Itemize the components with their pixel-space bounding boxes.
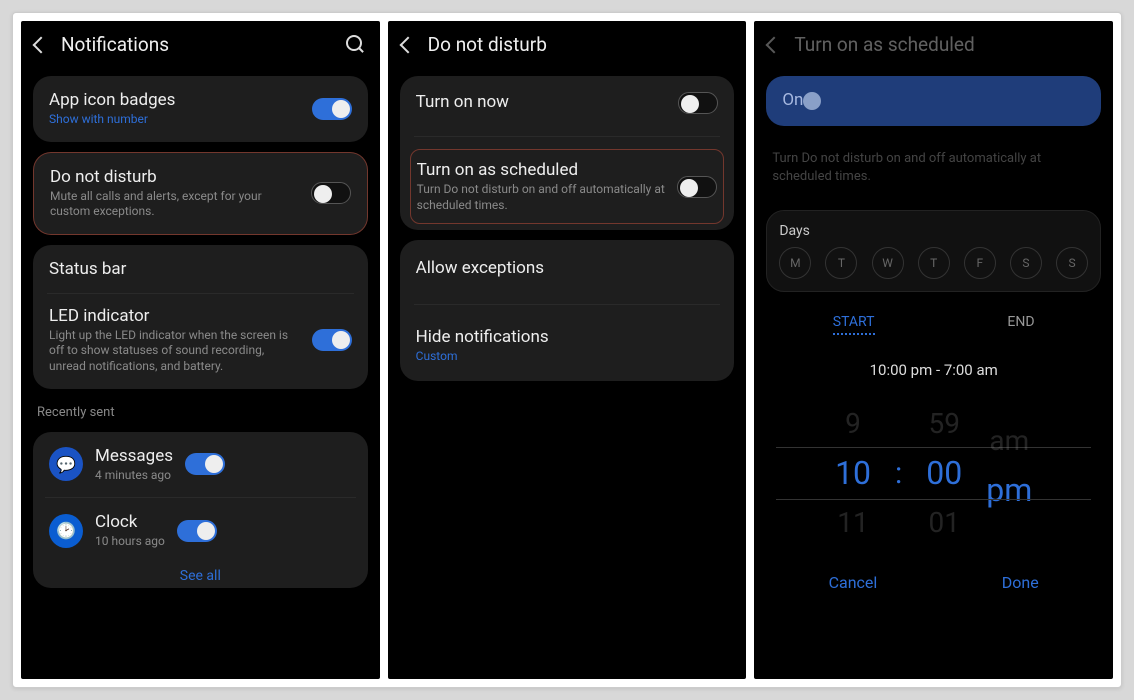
list-item[interactable]: 💬 Messages 4 minutes ago [45, 436, 356, 494]
app-name: Messages [95, 446, 173, 466]
messages-icon: 💬 [49, 447, 83, 481]
toggle-turn-on-now[interactable] [678, 92, 718, 114]
option-subtitle: Show with number [49, 112, 300, 128]
option-subtitle: Mute all calls and alerts, except for yo… [50, 189, 299, 220]
page-title: Notifications [61, 33, 332, 56]
recently-sent-list: 💬 Messages 4 minutes ago 🕑 Clock 10 hour… [33, 432, 368, 588]
option-subtitle: Turn Do not disturb on and off automatic… [417, 182, 666, 213]
topbar: Do not disturb [388, 21, 747, 70]
toggle-app-icon-badges[interactable] [312, 98, 352, 120]
app-time: 10 hours ago [95, 534, 165, 550]
screen-do-not-disturb: Do not disturb Turn on now Turn on as sc… [388, 21, 747, 679]
done-button[interactable]: Done [1002, 573, 1039, 592]
day-chip[interactable]: T [825, 247, 857, 279]
card-status-led: Status bar LED indicator Light up the LE… [33, 245, 368, 389]
picker-ampm[interactable]: am pm [986, 424, 1032, 523]
topbar: Turn on as scheduled [754, 21, 1113, 70]
back-icon[interactable] [766, 36, 783, 53]
option-status-bar[interactable]: Status bar [49, 259, 352, 281]
toggle-app[interactable] [177, 520, 217, 542]
option-title: LED indicator [49, 306, 300, 326]
back-icon[interactable] [399, 36, 416, 53]
day-chip[interactable]: W [872, 247, 904, 279]
back-icon[interactable] [33, 36, 50, 53]
see-all-link[interactable]: See all [45, 560, 356, 584]
page-title: Do not disturb [428, 33, 733, 56]
option-allow-exceptions[interactable]: Allow exceptions [416, 246, 719, 292]
picker-minute[interactable]: 59 00 01 [926, 407, 962, 539]
option-title: Hide notifications [416, 327, 719, 347]
option-on[interactable]: On [766, 76, 1101, 126]
option-do-not-disturb[interactable]: Do not disturb Mute all calls and alerts… [33, 152, 368, 235]
day-chip[interactable]: S [1010, 247, 1042, 279]
option-title: Turn on now [416, 92, 667, 112]
cancel-button[interactable]: Cancel [829, 573, 878, 592]
days-card: Days M T W T F S S [766, 210, 1101, 292]
days-row: M T W T F S S [779, 239, 1088, 279]
toggle-turn-on-as-scheduled[interactable] [677, 176, 717, 198]
clock-icon: 🕑 [49, 514, 83, 548]
app-name: Clock [95, 512, 165, 532]
option-title: Status bar [49, 259, 126, 279]
picker-colon: : [895, 456, 902, 491]
screen-turn-on-as-scheduled: Turn on as scheduled On Turn Do not dist… [754, 21, 1113, 679]
tab-start[interactable]: START [833, 314, 875, 335]
days-label: Days [779, 223, 1088, 239]
option-title: Allow exceptions [416, 258, 544, 278]
toggle-do-not-disturb[interactable] [311, 182, 351, 204]
app-time: 4 minutes ago [95, 468, 173, 484]
option-subtitle: Light up the LED indicator when the scre… [49, 328, 300, 375]
screen-notifications: Notifications App icon badges Show with … [21, 21, 380, 679]
search-icon[interactable] [346, 35, 366, 55]
picker-hour[interactable]: 9 10 11 [835, 407, 871, 539]
card-turn-on: Turn on now Turn on as scheduled Turn Do… [400, 76, 735, 230]
option-title: Turn on as scheduled [417, 160, 666, 180]
toggle-on-knob[interactable] [803, 92, 821, 110]
option-led-indicator[interactable]: LED indicator Light up the LED indicator… [49, 306, 352, 375]
day-chip[interactable]: S [1056, 247, 1088, 279]
card-exceptions: Allow exceptions Hide notifications Cust… [400, 240, 735, 381]
topbar: Notifications [21, 21, 380, 70]
section-recently-sent: Recently sent [33, 399, 368, 422]
option-title: On [782, 90, 803, 110]
time-picker[interactable]: 9 10 11 : 59 00 01 am pm [766, 407, 1101, 539]
option-app-icon-badges[interactable]: App icon badges Show with number [33, 76, 368, 142]
page-title: Turn on as scheduled [794, 33, 1099, 56]
option-subtitle: Custom [416, 349, 719, 365]
option-title: Do not disturb [50, 167, 299, 187]
option-turn-on-now[interactable]: Turn on now [416, 82, 719, 124]
toggle-app[interactable] [185, 453, 225, 475]
option-title: App icon badges [49, 90, 300, 110]
start-end-tabs: START END [766, 302, 1101, 341]
option-hide-notifications[interactable]: Hide notifications Custom [416, 317, 719, 375]
composite-frame: Notifications App icon badges Show with … [12, 12, 1122, 688]
tab-end[interactable]: END [1007, 314, 1034, 335]
list-item[interactable]: 🕑 Clock 10 hours ago [45, 502, 356, 560]
dialog-actions: Cancel Done [766, 559, 1101, 606]
day-chip[interactable]: M [779, 247, 811, 279]
option-turn-on-as-scheduled[interactable]: Turn on as scheduled Turn Do not disturb… [410, 149, 725, 224]
day-chip[interactable]: F [964, 247, 996, 279]
day-chip[interactable]: T [918, 247, 950, 279]
toggle-led-indicator[interactable] [312, 329, 352, 351]
description-text: Turn Do not disturb on and off automatic… [766, 136, 1101, 200]
time-summary: 10:00 pm - 7:00 am [766, 351, 1101, 397]
